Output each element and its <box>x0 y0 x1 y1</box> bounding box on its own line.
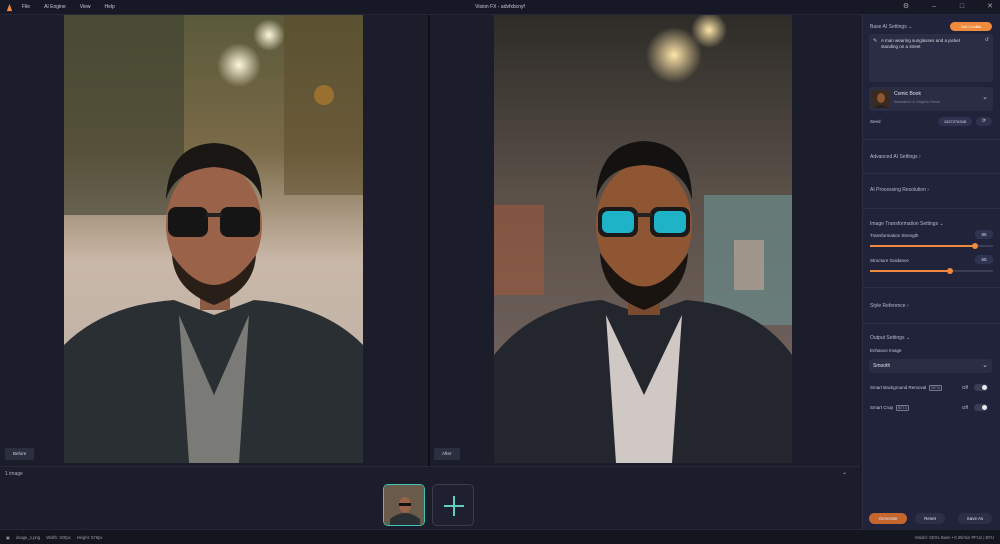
before-image <box>64 15 363 463</box>
chevron-down-icon: ⌄ <box>908 24 913 30</box>
before-label: Before <box>5 448 35 460</box>
bg-removal-state: Off <box>962 385 968 390</box>
chevron-down-icon: ⌄ <box>939 221 944 227</box>
maximize-icon[interactable]: □ <box>958 3 966 11</box>
smart-crop-toggle[interactable] <box>974 404 988 411</box>
get-credits-button[interactable]: Get Credits <box>950 22 992 31</box>
close-icon[interactable]: ✕ <box>986 3 994 11</box>
prompt-text: A man wearing sunglasses and a jacket st… <box>881 38 961 49</box>
settings-panel: Base AI Settings ⌄ Get Credits ✎ A man w… <box>862 15 1000 529</box>
resolution-settings-header[interactable]: AI Processing Resolution › <box>870 187 929 193</box>
image-strip: 1 image ⌄ <box>0 466 860 528</box>
status-bar: ▣ image_1.png Width: 320px Height: 576px… <box>0 529 1000 544</box>
beta-badge: BETA <box>896 405 909 411</box>
style-selector[interactable]: Comic Book Illustration & Graphic Novel … <box>869 87 993 111</box>
style-thumbnail <box>872 90 890 108</box>
beta-badge: BETA <box>929 385 943 391</box>
settings-icon[interactable]: ⚙ <box>902 3 910 11</box>
generate-button[interactable]: Generate <box>869 513 907 524</box>
base-settings-header[interactable]: Base AI Settings ⌄ <box>870 24 912 30</box>
compare-divider-handle[interactable] <box>428 15 430 466</box>
collapse-strip-icon[interactable]: ⌄ <box>842 469 847 476</box>
title-bar: File AI Engine View Help Vision FX - adv… <box>0 0 1000 15</box>
smart-crop-state: Off <box>962 405 968 410</box>
randomize-seed-button[interactable]: ⟳ <box>976 117 992 126</box>
strength-label: Transformation Strength <box>870 233 919 238</box>
file-icon: ▣ <box>6 535 10 540</box>
bg-removal-toggle[interactable] <box>974 384 988 391</box>
chevron-right-icon: › <box>906 303 909 309</box>
status-height: Height: 576px <box>76 535 103 540</box>
guidance-value[interactable]: 65 <box>975 255 993 264</box>
guidance-label: Structure Guidance <box>870 258 909 263</box>
guidance-slider-fill <box>870 270 950 272</box>
chevron-down-icon: ⌄ <box>905 335 911 341</box>
prompt-field[interactable]: ✎ A man wearing sunglasses and a jacket … <box>869 34 993 82</box>
minimize-icon[interactable]: – <box>930 3 938 11</box>
comparison-canvas: Before After <box>0 15 860 466</box>
enhance-select[interactable]: Smooth ⌄ <box>869 359 992 373</box>
status-width: Width: 320px <box>46 535 71 540</box>
window-title: Vision FX - advfxbcnyf <box>475 4 525 10</box>
history-icon[interactable]: ↺ <box>985 37 989 43</box>
transform-settings-header[interactable]: Image Transformation Settings ⌄ <box>870 221 944 227</box>
pencil-icon: ✎ <box>873 38 878 44</box>
enhance-label: Enhance Image <box>870 348 902 353</box>
smart-crop-label: Smart Crop BETA <box>870 405 909 411</box>
output-settings-header[interactable]: Output Settings ⌄ <box>870 335 910 341</box>
chevron-down-icon: ⌄ <box>982 94 988 101</box>
seed-label: Seed <box>870 119 881 124</box>
chevron-down-icon: ⌄ <box>982 362 988 369</box>
guidance-slider-handle[interactable] <box>946 268 953 274</box>
advanced-settings-header[interactable]: Advanced AI Settings › <box>870 154 921 160</box>
image-thumbnail[interactable] <box>383 484 425 526</box>
plus-icon <box>444 496 464 516</box>
bg-removal-label: Smart Background Removal BETA <box>870 385 943 391</box>
chevron-right-icon: › <box>927 187 929 193</box>
status-filename: image_1.png <box>15 535 41 540</box>
save-as-button[interactable]: Save As <box>958 513 992 524</box>
style-description: Illustration & Graphic Novel <box>894 100 941 104</box>
after-image <box>494 15 792 463</box>
image-count: 1 image <box>5 471 23 477</box>
status-model: Model: SDXL Base • 0.35/min PFU1 | EFU <box>915 535 994 540</box>
chevron-right-icon: › <box>918 154 921 160</box>
style-reference-header[interactable]: Style Reference › <box>870 303 909 309</box>
strength-value[interactable]: 85 <box>975 230 993 239</box>
add-image-button[interactable] <box>432 484 474 526</box>
window-controls: ⚙ – □ ✕ <box>902 3 994 11</box>
strength-slider-handle[interactable] <box>971 243 978 249</box>
seed-input[interactable]: 1527276348 <box>938 117 972 126</box>
style-name: Comic Book <box>894 91 921 97</box>
strength-slider-fill <box>870 245 975 247</box>
reset-button[interactable]: Reset <box>915 513 945 524</box>
enhance-select-value: Smooth <box>873 363 891 369</box>
after-label: After <box>434 448 460 460</box>
